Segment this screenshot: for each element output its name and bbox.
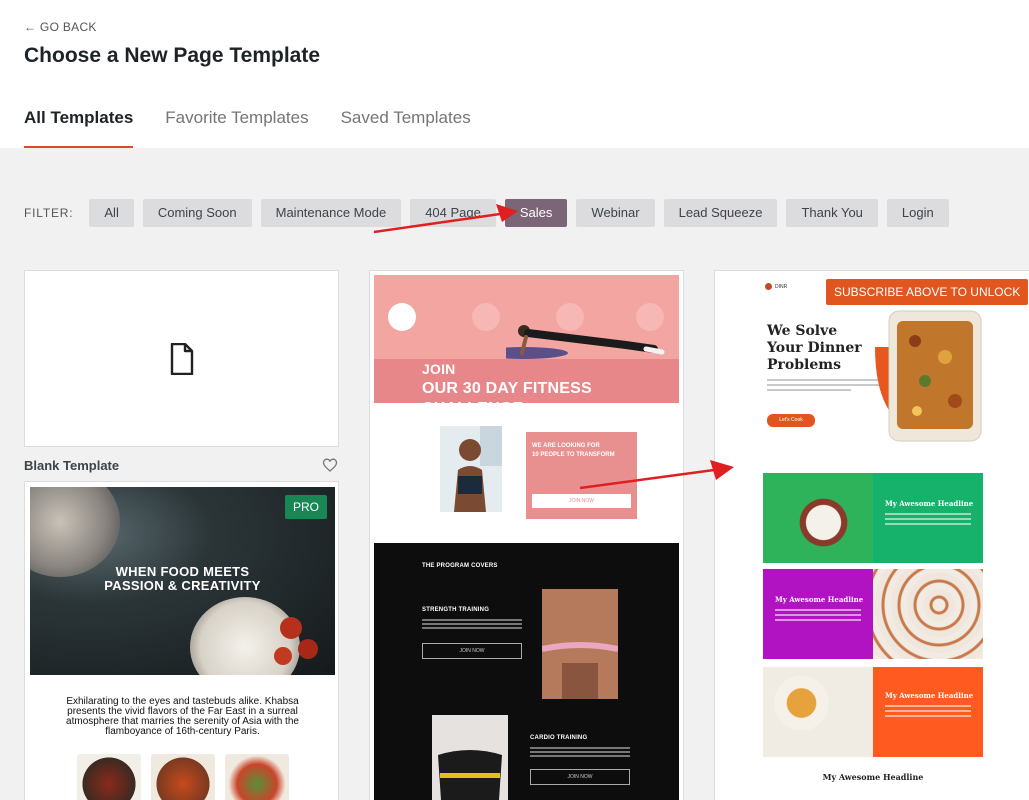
decor-circle: [388, 303, 416, 331]
strength-title: STRENGTH TRAINING: [422, 607, 490, 613]
fitness-template-card[interactable]: JOIN OUR 30 DAY FITNESS CHALLENGE WE ARE…: [369, 270, 684, 800]
filter-lead-squeeze[interactable]: Lead Squeeze: [663, 199, 778, 227]
cardio-image: [432, 715, 508, 800]
blank-template-label: Blank Template: [24, 458, 120, 473]
tab-favorite-templates[interactable]: Favorite Templates: [165, 106, 308, 148]
dinner-logo: DINR: [765, 283, 787, 290]
food-template-card[interactable]: WHEN FOOD MEETS PASSION & CREATIVITY PRO…: [24, 481, 339, 800]
go-back-link[interactable]: ← GO BACK: [24, 20, 97, 34]
pastry-image: [763, 667, 873, 757]
dinner-headline: We Solve Your Dinner Problems: [767, 323, 862, 373]
dinner-cta-button: Let's Cook: [767, 414, 815, 427]
food-body-text: Exhilarating to the eyes and tastebuds a…: [66, 696, 299, 737]
filter-webinar[interactable]: Webinar: [576, 199, 655, 227]
page-header: ← GO BACK Choose a New Page Template All…: [0, 0, 1029, 148]
dinner-template-card[interactable]: DINR We Solve Your Dinner Problems Let's…: [714, 270, 1029, 800]
filter-coming-soon[interactable]: Coming Soon: [142, 199, 252, 227]
page-title: Choose a New Page Template: [24, 44, 321, 67]
athlete-portrait-image: [440, 426, 502, 512]
file-icon: [170, 342, 193, 375]
favorite-heart-icon[interactable]: [322, 457, 338, 473]
fitness-join-button: JOIN NOW: [532, 494, 631, 508]
fitness-hero-headline: JOIN OUR 30 DAY FITNESS CHALLENGE: [422, 361, 592, 403]
filter-404-page[interactable]: 404 Page: [410, 199, 496, 227]
filter-sales[interactable]: Sales: [504, 199, 568, 227]
tomato-image: [280, 617, 302, 639]
filter-bar: FILTER: All Coming Soon Maintenance Mode…: [24, 199, 958, 227]
food-hero-image: WHEN FOOD MEETS PASSION & CREATIVITY PRO: [30, 487, 335, 675]
filter-login[interactable]: Login: [886, 199, 949, 227]
plate-image: [30, 487, 120, 577]
dinner-footer-headline: My Awesome Headline: [822, 772, 924, 782]
food-thumbnail: [151, 754, 215, 800]
dinner-block-green: My Awesome Headline: [763, 473, 983, 563]
spices-image: [873, 569, 983, 659]
tab-all-templates[interactable]: All Templates: [24, 106, 134, 148]
template-tabs: All Templates Favorite Templates Saved T…: [24, 106, 471, 148]
pro-badge: PRO: [284, 495, 327, 519]
dinner-block-orange: My Awesome Headline: [763, 667, 983, 757]
strength-join-button: JOIN NOW: [422, 643, 522, 659]
tomato-image: [274, 647, 292, 665]
figs-image: [763, 473, 873, 563]
food-thumbnail: [77, 754, 141, 800]
filter-maintenance-mode[interactable]: Maintenance Mode: [260, 199, 402, 227]
fitness-program-section: THE PROGRAM COVERS STRENGTH TRAINING JOI…: [374, 543, 679, 800]
tomato-image: [298, 639, 318, 659]
carrot-icon: [765, 283, 772, 290]
filter-all[interactable]: All: [89, 199, 134, 227]
dinner-block-purple: My Awesome Headline: [763, 569, 983, 659]
cardio-join-button: JOIN NOW: [530, 769, 630, 785]
fitness-signup-box: WE ARE LOOKING FOR 10 PEOPLE TO TRANSFOR…: [526, 432, 637, 519]
waist-measure-image: [542, 589, 618, 699]
fitness-hero-image: JOIN OUR 30 DAY FITNESS CHALLENGE: [374, 275, 679, 403]
food-hero-headline: WHEN FOOD MEETS PASSION & CREATIVITY: [104, 564, 261, 593]
blank-template-card[interactable]: [24, 270, 339, 447]
subscribe-to-unlock-button[interactable]: SUBSCRIBE ABOVE TO UNLOCK: [826, 279, 1029, 305]
filter-thank-you[interactable]: Thank You: [786, 199, 878, 227]
casserole-image: [875, 310, 982, 442]
program-title: THE PROGRAM COVERS: [422, 563, 498, 569]
cardio-title: CARDIO TRAINING: [530, 735, 588, 741]
tab-saved-templates[interactable]: Saved Templates: [341, 106, 471, 148]
decor-circle: [472, 303, 500, 331]
food-thumbnail: [225, 754, 289, 800]
filter-label: FILTER:: [24, 206, 74, 220]
